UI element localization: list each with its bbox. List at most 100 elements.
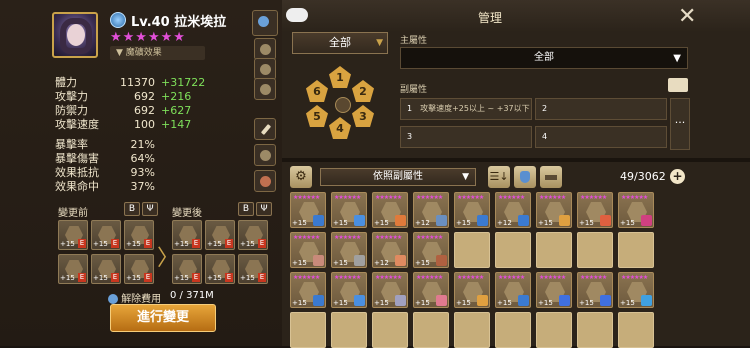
before-rune-slot[interactable]: +15 E <box>91 254 121 284</box>
rune-item[interactable]: ★★★★★★ +15 <box>331 192 367 228</box>
settings-button[interactable]: ⚙ <box>290 166 312 188</box>
rune-level: +15 <box>456 299 471 307</box>
after-rune-slot[interactable]: +15 E <box>205 254 235 284</box>
rune-item[interactable]: ★★★★★★ +15 <box>331 232 367 268</box>
sub-stat-slot-2[interactable]: 2 <box>535 98 667 120</box>
tab-rune-settings[interactable] <box>254 144 276 166</box>
sub-stat-slot-3[interactable]: 3 <box>400 126 532 148</box>
rune-item[interactable]: ★★★★★★ +15 <box>372 272 408 308</box>
rune-item[interactable]: ★★★★★★ +15 <box>577 272 613 308</box>
after-rune-slot[interactable]: +15 E <box>205 220 235 250</box>
rune-item[interactable]: ★★★★★★ +15 <box>454 192 490 228</box>
rune-stars: ★★★★★★ <box>375 274 402 281</box>
before-v-button[interactable]: Ψ <box>142 202 158 216</box>
after-rune-slot[interactable]: +15 E <box>238 254 268 284</box>
before-rune-slot[interactable]: +15 E <box>58 220 88 250</box>
rune-stars: ★★★★★★ <box>416 194 443 201</box>
rune-level: +15 <box>93 240 108 248</box>
stat-row: 效果命中 37% <box>55 180 265 194</box>
tab-skills[interactable] <box>254 38 276 60</box>
before-b-button[interactable]: B <box>124 202 140 216</box>
potion-button[interactable] <box>514 166 536 188</box>
rune-item[interactable]: ★★★★★★ +15 <box>618 272 654 308</box>
rune-level: +15 <box>240 274 255 282</box>
close-icon[interactable]: ✕ <box>678 4 696 29</box>
rune-stars: ★★★★★★ <box>539 194 566 201</box>
rune-item[interactable]: ★★★★★★ +15 <box>536 272 572 308</box>
equipped-monster-icon <box>354 215 365 226</box>
main-stat-dropdown[interactable]: 全部 ▼ <box>400 47 688 69</box>
rune-stars: ★★★★★★ <box>498 274 525 281</box>
stat-row: 攻擊力 692 +216 <box>55 90 265 104</box>
tab-monster[interactable] <box>252 10 278 36</box>
equipped-monster-icon <box>641 295 652 306</box>
rune-level: +15 <box>126 274 141 282</box>
rune-item[interactable]: ★★★★★★ +15 <box>413 272 449 308</box>
before-rune-slot[interactable]: +15 E <box>124 220 154 250</box>
after-v-button[interactable]: Ψ <box>256 202 272 216</box>
before-rune-slot[interactable]: +15 E <box>124 254 154 284</box>
stat-value: 37% <box>130 180 155 193</box>
rune-level: +15 <box>538 299 553 307</box>
after-b-button[interactable]: B <box>238 202 254 216</box>
rune-item[interactable]: ★★★★★★ +15 <box>577 192 613 228</box>
equipped-monster-icon <box>313 255 324 266</box>
rune-tag: E <box>225 239 233 248</box>
sort-dropdown[interactable]: 依照副屬性 ▼ <box>320 168 476 186</box>
after-rune-slot[interactable]: +15 E <box>238 220 268 250</box>
rune-level: +15 <box>415 299 430 307</box>
rune-level: +15 <box>374 299 389 307</box>
rune-level: +15 <box>207 274 222 282</box>
empty-rune-slot <box>618 232 654 268</box>
rune-item[interactable]: ★★★★★★ +15 <box>290 272 326 308</box>
empty-rune-slot <box>495 232 531 268</box>
sub-stat-mode-button[interactable] <box>668 78 688 92</box>
sub-stat-label: 副屬性 <box>400 85 428 95</box>
sort-order-button[interactable]: ☰↓ <box>488 166 510 188</box>
sub-slot-number: 2 <box>542 104 548 113</box>
rune-count: 49/3062 <box>620 170 666 183</box>
rune-item[interactable]: ★★★★★★ +15 <box>290 232 326 268</box>
rune-tag: E <box>78 239 86 248</box>
rune-stars: ★★★★★★ <box>293 274 320 281</box>
stat-value: 692 <box>134 104 155 117</box>
equipped-monster-icon <box>395 215 406 226</box>
tab-edit[interactable] <box>254 118 276 140</box>
sub-stat-slot-1[interactable]: 1 攻擊速度+25以上 ~ +37以下 <box>400 98 532 120</box>
tab-remove-runes[interactable] <box>254 170 276 192</box>
stat-value: 100 <box>134 118 155 131</box>
main-stat-value: 全部 <box>534 52 554 63</box>
pencil-icon <box>260 124 272 135</box>
tab-runes[interactable] <box>254 58 276 80</box>
more-sub-stats-button[interactable]: ··· <box>670 98 690 150</box>
rune-stars: ★★★★★★ <box>621 194 648 201</box>
apply-change-button[interactable]: 進行變更 <box>110 304 216 332</box>
rune-item[interactable]: ★★★★★★ +15 <box>290 192 326 228</box>
stat-value: 692 <box>134 90 155 103</box>
rune-item[interactable]: ★★★★★★ +15 <box>454 272 490 308</box>
rune-item[interactable]: ★★★★★★ +15 <box>331 272 367 308</box>
hammer-button[interactable] <box>540 166 562 188</box>
equipped-monster-icon <box>477 295 488 306</box>
sub-stat-slot-4[interactable]: 4 <box>535 126 667 148</box>
chat-icon[interactable] <box>286 8 308 22</box>
rune-tag: E <box>111 239 119 248</box>
rune-item[interactable]: ★★★★★★ +15 <box>495 272 531 308</box>
crystal-icon <box>108 294 118 304</box>
before-rune-slot[interactable]: +15 E <box>91 220 121 250</box>
rune-item[interactable]: ★★★★★★ +15 <box>618 192 654 228</box>
rune-item[interactable]: ★★★★★★ +15 <box>536 192 572 228</box>
set-filter-dropdown[interactable]: 全部 ▼ <box>292 32 388 54</box>
rune-item[interactable]: ★★★★★★ +12 <box>413 192 449 228</box>
rune-item[interactable]: ★★★★★★ +12 <box>372 232 408 268</box>
add-storage-button[interactable]: + <box>670 169 685 184</box>
monster-avatar[interactable] <box>52 12 98 58</box>
empty-rune-slot <box>372 312 408 348</box>
before-rune-slot[interactable]: +15 E <box>58 254 88 284</box>
rune-item[interactable]: ★★★★★★ +15 <box>372 192 408 228</box>
awaken-effect-dropdown[interactable]: ▼ 魔礦效果 <box>110 46 205 60</box>
tab-artifacts[interactable] <box>254 78 276 100</box>
rune-item[interactable]: ★★★★★★ +15 <box>413 232 449 268</box>
rune-item[interactable]: ★★★★★★ +12 <box>495 192 531 228</box>
rune-stars: ★★★★★★ <box>539 274 566 281</box>
